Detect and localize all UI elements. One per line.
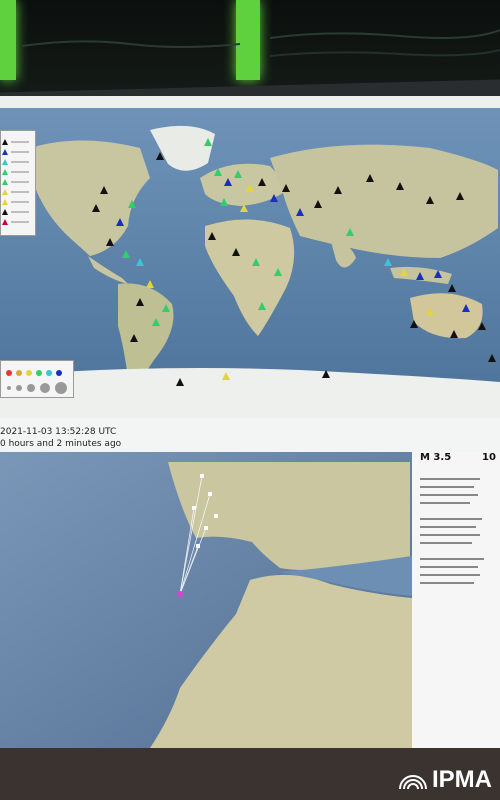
event-datetime: 2021-11-03 13:52:28 UTC xyxy=(0,427,117,437)
ipma-waves-icon xyxy=(399,775,427,790)
epicenter-marker-icon xyxy=(177,591,183,597)
event-panel: 2021-11-03 13:52:28 UTC 0 hours and 2 mi… xyxy=(0,418,500,748)
background-monitor xyxy=(0,0,500,92)
regional-map xyxy=(0,452,500,748)
event-magnitude: M 3.5 xyxy=(420,452,452,463)
legend-symbols xyxy=(2,139,29,225)
scale-symbols xyxy=(6,370,67,394)
event-age: 0 hours and 2 minutes ago xyxy=(0,439,122,449)
map-legend xyxy=(0,130,36,236)
event-depth: 10 xyxy=(482,452,496,463)
world-map-panel xyxy=(0,108,500,408)
logo-text: IPMA xyxy=(432,766,492,793)
world-map xyxy=(0,108,500,408)
magnitude-scale xyxy=(0,360,74,398)
monitor-waveforms xyxy=(21,29,500,57)
ipma-logo: IPMA xyxy=(398,766,492,794)
